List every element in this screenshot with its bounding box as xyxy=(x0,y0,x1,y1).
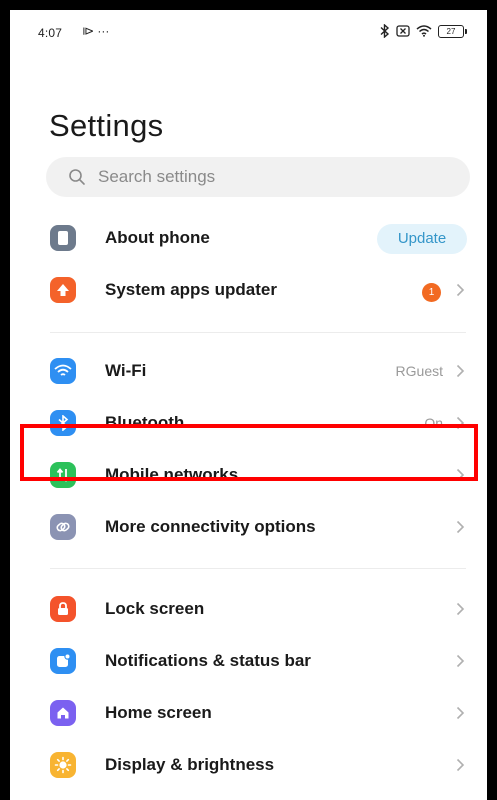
settings-item-label: More connectivity options xyxy=(105,517,316,536)
update-count-badge: 1 xyxy=(422,283,441,302)
settings-item-label: System apps updater xyxy=(105,280,277,299)
settings-item-value: On xyxy=(424,415,443,431)
status-bar: 4:07 ⧐ ··· 27 xyxy=(10,10,487,58)
mobile-data-icon xyxy=(50,462,76,488)
battery-icon: 27 xyxy=(438,24,467,38)
chevron-right-icon xyxy=(456,654,465,668)
chevron-right-icon xyxy=(456,602,465,616)
bluetooth-status-icon xyxy=(380,24,390,38)
link-icon xyxy=(50,514,76,540)
chevron-right-icon xyxy=(456,364,465,378)
settings-item-bluetooth[interactable]: Bluetooth On xyxy=(10,397,487,449)
status-right-icons: 27 xyxy=(380,24,467,38)
settings-item-label: Wi-Fi xyxy=(105,361,147,380)
status-time: 4:07 xyxy=(38,26,63,40)
settings-item-wifi[interactable]: Wi-Fi RGuest xyxy=(10,345,487,397)
chevron-right-icon xyxy=(456,520,465,534)
settings-screen: 4:07 ⧐ ··· 27 Settings Search settings A… xyxy=(10,10,487,800)
battery-level: 27 xyxy=(438,24,464,38)
settings-item-mobile-networks[interactable]: Mobile networks xyxy=(10,449,487,501)
settings-item-lock-screen[interactable]: Lock screen xyxy=(10,583,487,635)
no-sim-icon xyxy=(396,25,410,37)
settings-item-display-brightness[interactable]: Display & brightness xyxy=(10,739,487,791)
settings-item-more-connectivity[interactable]: More connectivity options xyxy=(10,501,487,553)
settings-item-label: Notifications & status bar xyxy=(105,651,311,670)
wifi-status-icon xyxy=(416,25,432,37)
phone-icon xyxy=(50,225,76,251)
settings-item-value: RGuest xyxy=(395,363,443,379)
section-divider xyxy=(50,568,466,569)
chevron-right-icon xyxy=(456,758,465,772)
settings-item-home-screen[interactable]: Home screen xyxy=(10,687,487,739)
settings-item-about-phone[interactable]: About phone Update xyxy=(10,212,487,264)
page-title: Settings xyxy=(49,108,164,143)
update-button[interactable]: Update xyxy=(377,224,467,254)
settings-item-label: Mobile networks xyxy=(105,465,239,484)
sun-icon xyxy=(50,752,76,778)
settings-item-label: Lock screen xyxy=(105,599,205,618)
search-placeholder: Search settings xyxy=(98,167,216,186)
search-input[interactable]: Search settings xyxy=(46,157,470,197)
bluetooth-icon xyxy=(50,410,76,436)
section-divider xyxy=(50,332,466,333)
settings-item-system-apps-updater[interactable]: System apps updater 1 xyxy=(10,264,487,316)
settings-item-label: Home screen xyxy=(105,703,212,722)
arrow-up-icon xyxy=(50,277,76,303)
search-icon xyxy=(69,169,85,185)
chevron-right-icon xyxy=(456,706,465,720)
chevron-right-icon xyxy=(456,416,465,430)
settings-item-label: Bluetooth xyxy=(105,413,185,432)
chevron-right-icon xyxy=(456,468,465,482)
status-notification-icons: ⧐ ··· xyxy=(82,24,110,38)
wifi-icon xyxy=(50,358,76,384)
settings-item-label: Display & brightness xyxy=(105,755,275,774)
settings-item-notifications[interactable]: Notifications & status bar xyxy=(10,635,487,687)
lock-icon xyxy=(50,596,76,622)
chevron-right-icon xyxy=(456,283,465,297)
notification-icon xyxy=(50,648,76,674)
settings-item-label: About phone xyxy=(105,228,210,247)
home-icon xyxy=(50,700,76,726)
